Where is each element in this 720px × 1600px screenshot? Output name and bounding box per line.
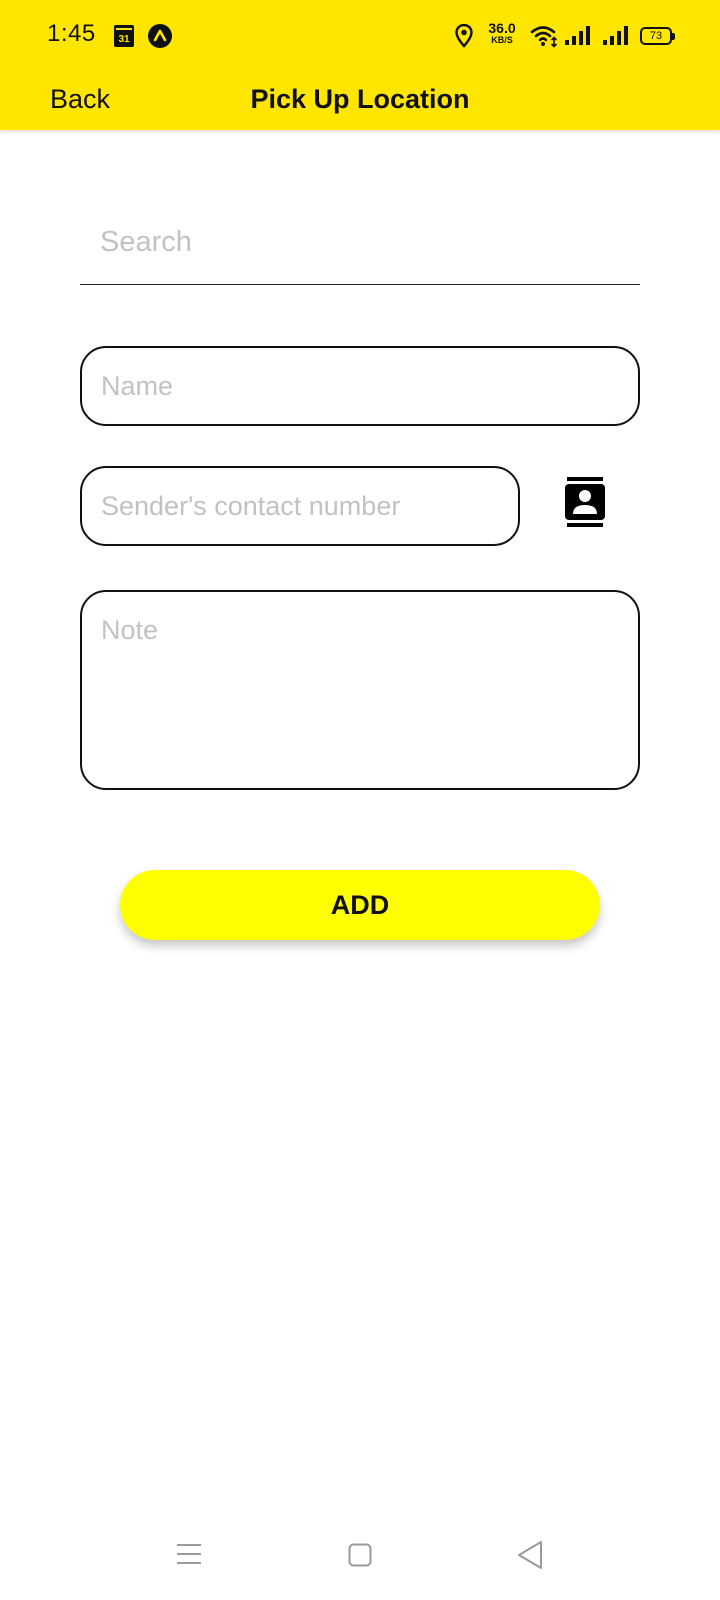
network-speed-value: 36.0 — [488, 20, 516, 36]
network-speed: 36.0 KB/S — [484, 21, 520, 45]
status-bar: 1:45 31 36.0 KB/S 73 — [0, 0, 720, 72]
app-notification-icon — [148, 24, 172, 48]
network-speed-unit: KB/S — [491, 35, 513, 45]
contacts-icon[interactable] — [563, 475, 607, 534]
calendar-icon: 31 — [114, 25, 134, 47]
name-field[interactable] — [80, 346, 640, 426]
battery-icon: 73 — [640, 27, 675, 45]
search-input[interactable] — [80, 200, 640, 285]
back-triangle-icon[interactable] — [516, 1540, 544, 1575]
location-pin-icon — [455, 23, 473, 53]
wifi-icon — [530, 24, 558, 53]
sender-contact-number-field[interactable] — [80, 466, 520, 546]
add-button[interactable]: ADD — [120, 870, 600, 940]
cell-signal-icon — [564, 25, 592, 52]
app-header: 1:45 31 36.0 KB/S 73 Pick Up Location Ba… — [0, 0, 720, 130]
status-time: 1:45 — [47, 20, 96, 47]
note-field[interactable] — [80, 590, 640, 790]
cell-signal-icon — [602, 25, 630, 52]
menu-icon[interactable] — [176, 1543, 202, 1570]
home-square-icon[interactable] — [348, 1543, 372, 1572]
back-button[interactable]: Back — [50, 84, 110, 115]
